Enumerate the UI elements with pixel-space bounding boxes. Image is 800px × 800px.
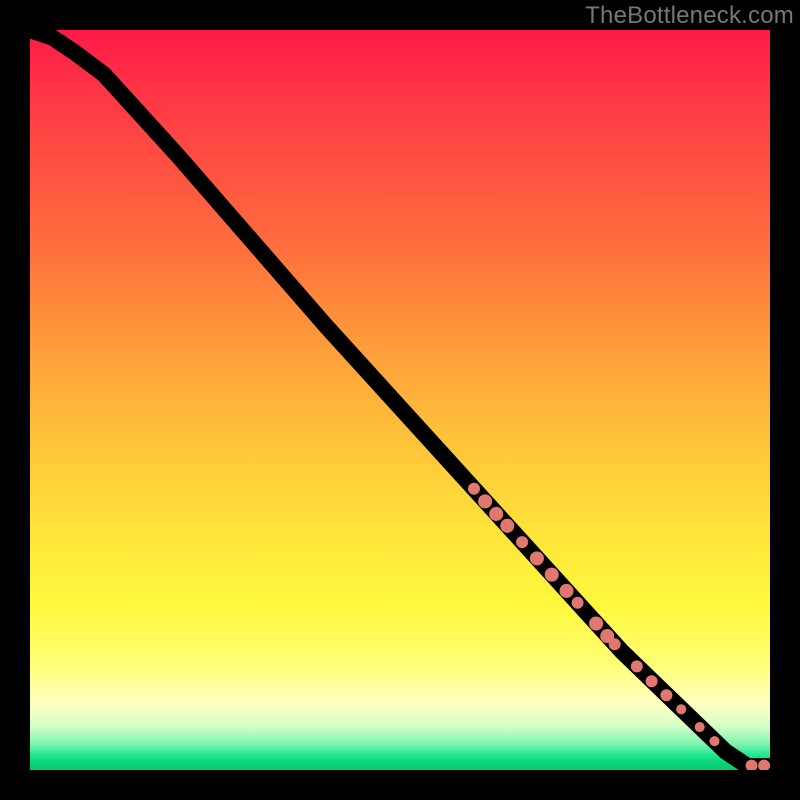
highlight-point	[676, 704, 686, 714]
highlight-point	[489, 507, 503, 521]
highlight-point	[500, 519, 514, 533]
watermark-label: TheBottleneck.com	[585, 2, 794, 30]
highlight-point	[589, 616, 603, 630]
curve-layer	[30, 30, 770, 770]
highlight-point	[609, 638, 621, 650]
chart-frame: TheBottleneck.com	[0, 0, 800, 800]
highlight-point	[646, 675, 658, 687]
highlight-point	[478, 494, 492, 508]
highlight-point	[468, 483, 480, 495]
highlight-point	[660, 689, 672, 701]
highlight-point	[559, 584, 573, 598]
highlight-point	[631, 660, 643, 672]
highlight-point	[516, 536, 528, 548]
highlight-point	[695, 722, 705, 732]
bottleneck-curve	[30, 30, 770, 766]
highlight-point	[709, 736, 719, 746]
highlight-point	[530, 551, 544, 565]
highlight-point	[572, 597, 584, 609]
plot-area	[30, 30, 770, 770]
highlight-points	[468, 483, 770, 770]
highlight-point	[545, 568, 559, 582]
